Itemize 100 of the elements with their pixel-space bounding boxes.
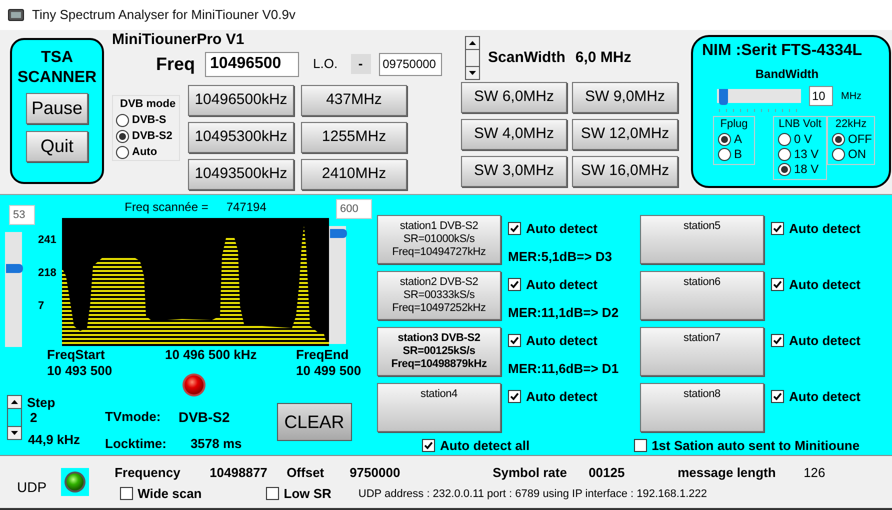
radio-label: B xyxy=(734,147,742,162)
scan-value: 747194 xyxy=(226,198,266,216)
field-value: 10498877 xyxy=(210,464,268,482)
radio-label: A xyxy=(734,132,742,147)
scan-width-button[interactable]: SW 9,0MHz xyxy=(572,82,678,113)
preset-button[interactable]: 10493500kHz xyxy=(188,159,294,190)
panel-title: TSA SCANNER xyxy=(16,48,98,88)
clear-button[interactable]: CLEAR xyxy=(276,403,352,441)
field-label: message length xyxy=(678,464,777,482)
locktime-label: Locktime: xyxy=(105,435,166,453)
radio-button[interactable] xyxy=(778,148,791,161)
checkbox[interactable] xyxy=(422,439,435,452)
checkbox[interactable] xyxy=(266,487,279,500)
scan-width-button[interactable]: SW 6,0MHz xyxy=(461,82,567,113)
checkbox-label: Auto detect all xyxy=(440,437,530,455)
station-button[interactable]: station6 xyxy=(640,271,764,320)
group-title: DVB mode xyxy=(119,97,177,112)
bandwidth-field[interactable]: 10 xyxy=(809,86,833,106)
lo-field[interactable]: 09750000 xyxy=(378,52,442,76)
station-button[interactable]: station5 xyxy=(640,215,764,264)
preset-button[interactable]: 10495300kHz xyxy=(188,122,294,153)
freq-label: Freq xyxy=(156,52,196,76)
scan-width-button[interactable]: SW 4,0MHz xyxy=(461,119,567,150)
station-button[interactable]: station7 xyxy=(640,327,764,376)
field-value: 126 xyxy=(804,464,826,482)
lo-label: L.O. xyxy=(313,55,338,74)
radio-button[interactable] xyxy=(718,133,731,146)
slider-thumb[interactable] xyxy=(6,264,23,274)
unit-label: MHz xyxy=(841,90,862,104)
station-button[interactable]: station8 xyxy=(640,383,764,432)
checkbox-label: Auto detect xyxy=(789,276,860,294)
radio-button[interactable] xyxy=(116,130,129,142)
freq-field[interactable]: 10496500 xyxy=(205,52,300,76)
value-field[interactable]: 600 xyxy=(336,199,372,219)
mer-reading: MER:11,1dB=> D2 xyxy=(508,304,619,322)
value-field[interactable]: 53 xyxy=(9,205,35,225)
radio-label: OFF xyxy=(848,132,872,147)
scanner-button[interactable]: Quit xyxy=(26,131,88,162)
scan-width-button[interactable]: SW 3,0MHz xyxy=(461,156,567,187)
station-button[interactable]: station1 DVB-S2 SR=01000kS/s Freq=10494727kHz xyxy=(377,215,501,264)
station-button[interactable]: station3 DVB-S2 SR=00125kS/s Freq=10498879kHz xyxy=(377,327,501,376)
radio-label: DVB-S2 xyxy=(132,129,172,144)
checkbox-label: Auto detect xyxy=(526,220,598,238)
scan-label: Freq scannée = xyxy=(124,198,208,216)
checkbox[interactable] xyxy=(508,390,521,404)
preset-button[interactable]: 2410MHz xyxy=(301,159,407,190)
checkbox[interactable] xyxy=(771,334,784,348)
checkbox[interactable] xyxy=(771,222,784,236)
scan-width-button[interactable]: SW 12,0MHz xyxy=(572,119,678,150)
radio-button[interactable] xyxy=(832,133,845,146)
udp-info: UDP address : 232.0.0.11 port : 6789 using IP interface : 192.168.1.222 xyxy=(358,486,707,502)
checkbox[interactable] xyxy=(634,439,647,452)
radio-button[interactable] xyxy=(832,148,845,161)
checkbox[interactable] xyxy=(120,487,133,500)
checkbox[interactable] xyxy=(771,278,784,292)
down-arrow-icon xyxy=(469,71,476,75)
spin-up-button[interactable] xyxy=(465,36,480,50)
checkbox[interactable] xyxy=(508,278,521,292)
group-title: LNB Volt xyxy=(778,117,822,132)
checkbox-label: Auto detect xyxy=(789,332,860,350)
checkbox[interactable] xyxy=(508,222,521,236)
center-frequency: 10 496 500 kHz xyxy=(165,347,258,364)
field-value: 9750000 xyxy=(350,464,402,482)
axis-label: 218 xyxy=(38,266,58,280)
tvmode-value: DVB-S2 xyxy=(178,408,231,427)
sign-button[interactable]: - xyxy=(350,54,371,74)
spin-down-button[interactable] xyxy=(7,426,22,440)
freq-start-label: FreqStart xyxy=(47,347,106,363)
group-title: 22kHz xyxy=(834,117,868,132)
group-title: Fplug xyxy=(719,117,749,132)
radio-label: Auto xyxy=(132,145,158,160)
locktime-value: 3578 ms xyxy=(190,435,242,453)
freq-end-value: 10 499 500 xyxy=(296,363,362,379)
led-icon xyxy=(182,373,206,397)
station-button[interactable]: station2 DVB-S2 SR=00333kS/s Freq=10497252kHz xyxy=(377,271,501,320)
field-label: Symbol rate xyxy=(492,464,568,482)
field-label: Frequency xyxy=(114,464,182,482)
preset-button[interactable]: 10496500kHz xyxy=(188,85,294,116)
app-icon xyxy=(8,9,24,21)
station-button[interactable]: station4 xyxy=(377,383,501,432)
spin-down-button[interactable] xyxy=(465,66,480,80)
slider-thumb[interactable] xyxy=(330,229,347,238)
checkbox[interactable] xyxy=(508,334,521,348)
scanner-button[interactable]: Pause xyxy=(26,93,88,124)
checkbox[interactable] xyxy=(771,390,784,404)
checkbox-label: Low SR xyxy=(284,485,332,503)
radio-button[interactable] xyxy=(718,148,731,161)
slider-thumb[interactable] xyxy=(719,89,728,105)
radio-button[interactable] xyxy=(778,133,791,146)
checkbox-label: Auto detect xyxy=(526,388,598,406)
spin-up-button[interactable] xyxy=(7,395,22,409)
radio-button[interactable] xyxy=(778,163,791,176)
axis-label: 241 xyxy=(38,233,58,247)
preset-button[interactable]: 437MHz xyxy=(301,85,407,116)
radio-button[interactable] xyxy=(116,146,129,158)
field-label: Offset xyxy=(286,464,326,482)
radio-button[interactable] xyxy=(116,114,129,126)
device-name: MiniTiounerPro V1 xyxy=(112,31,246,49)
preset-button[interactable]: 1255MHz xyxy=(301,122,407,153)
scan-width-button[interactable]: SW 16,0MHz xyxy=(572,156,678,187)
